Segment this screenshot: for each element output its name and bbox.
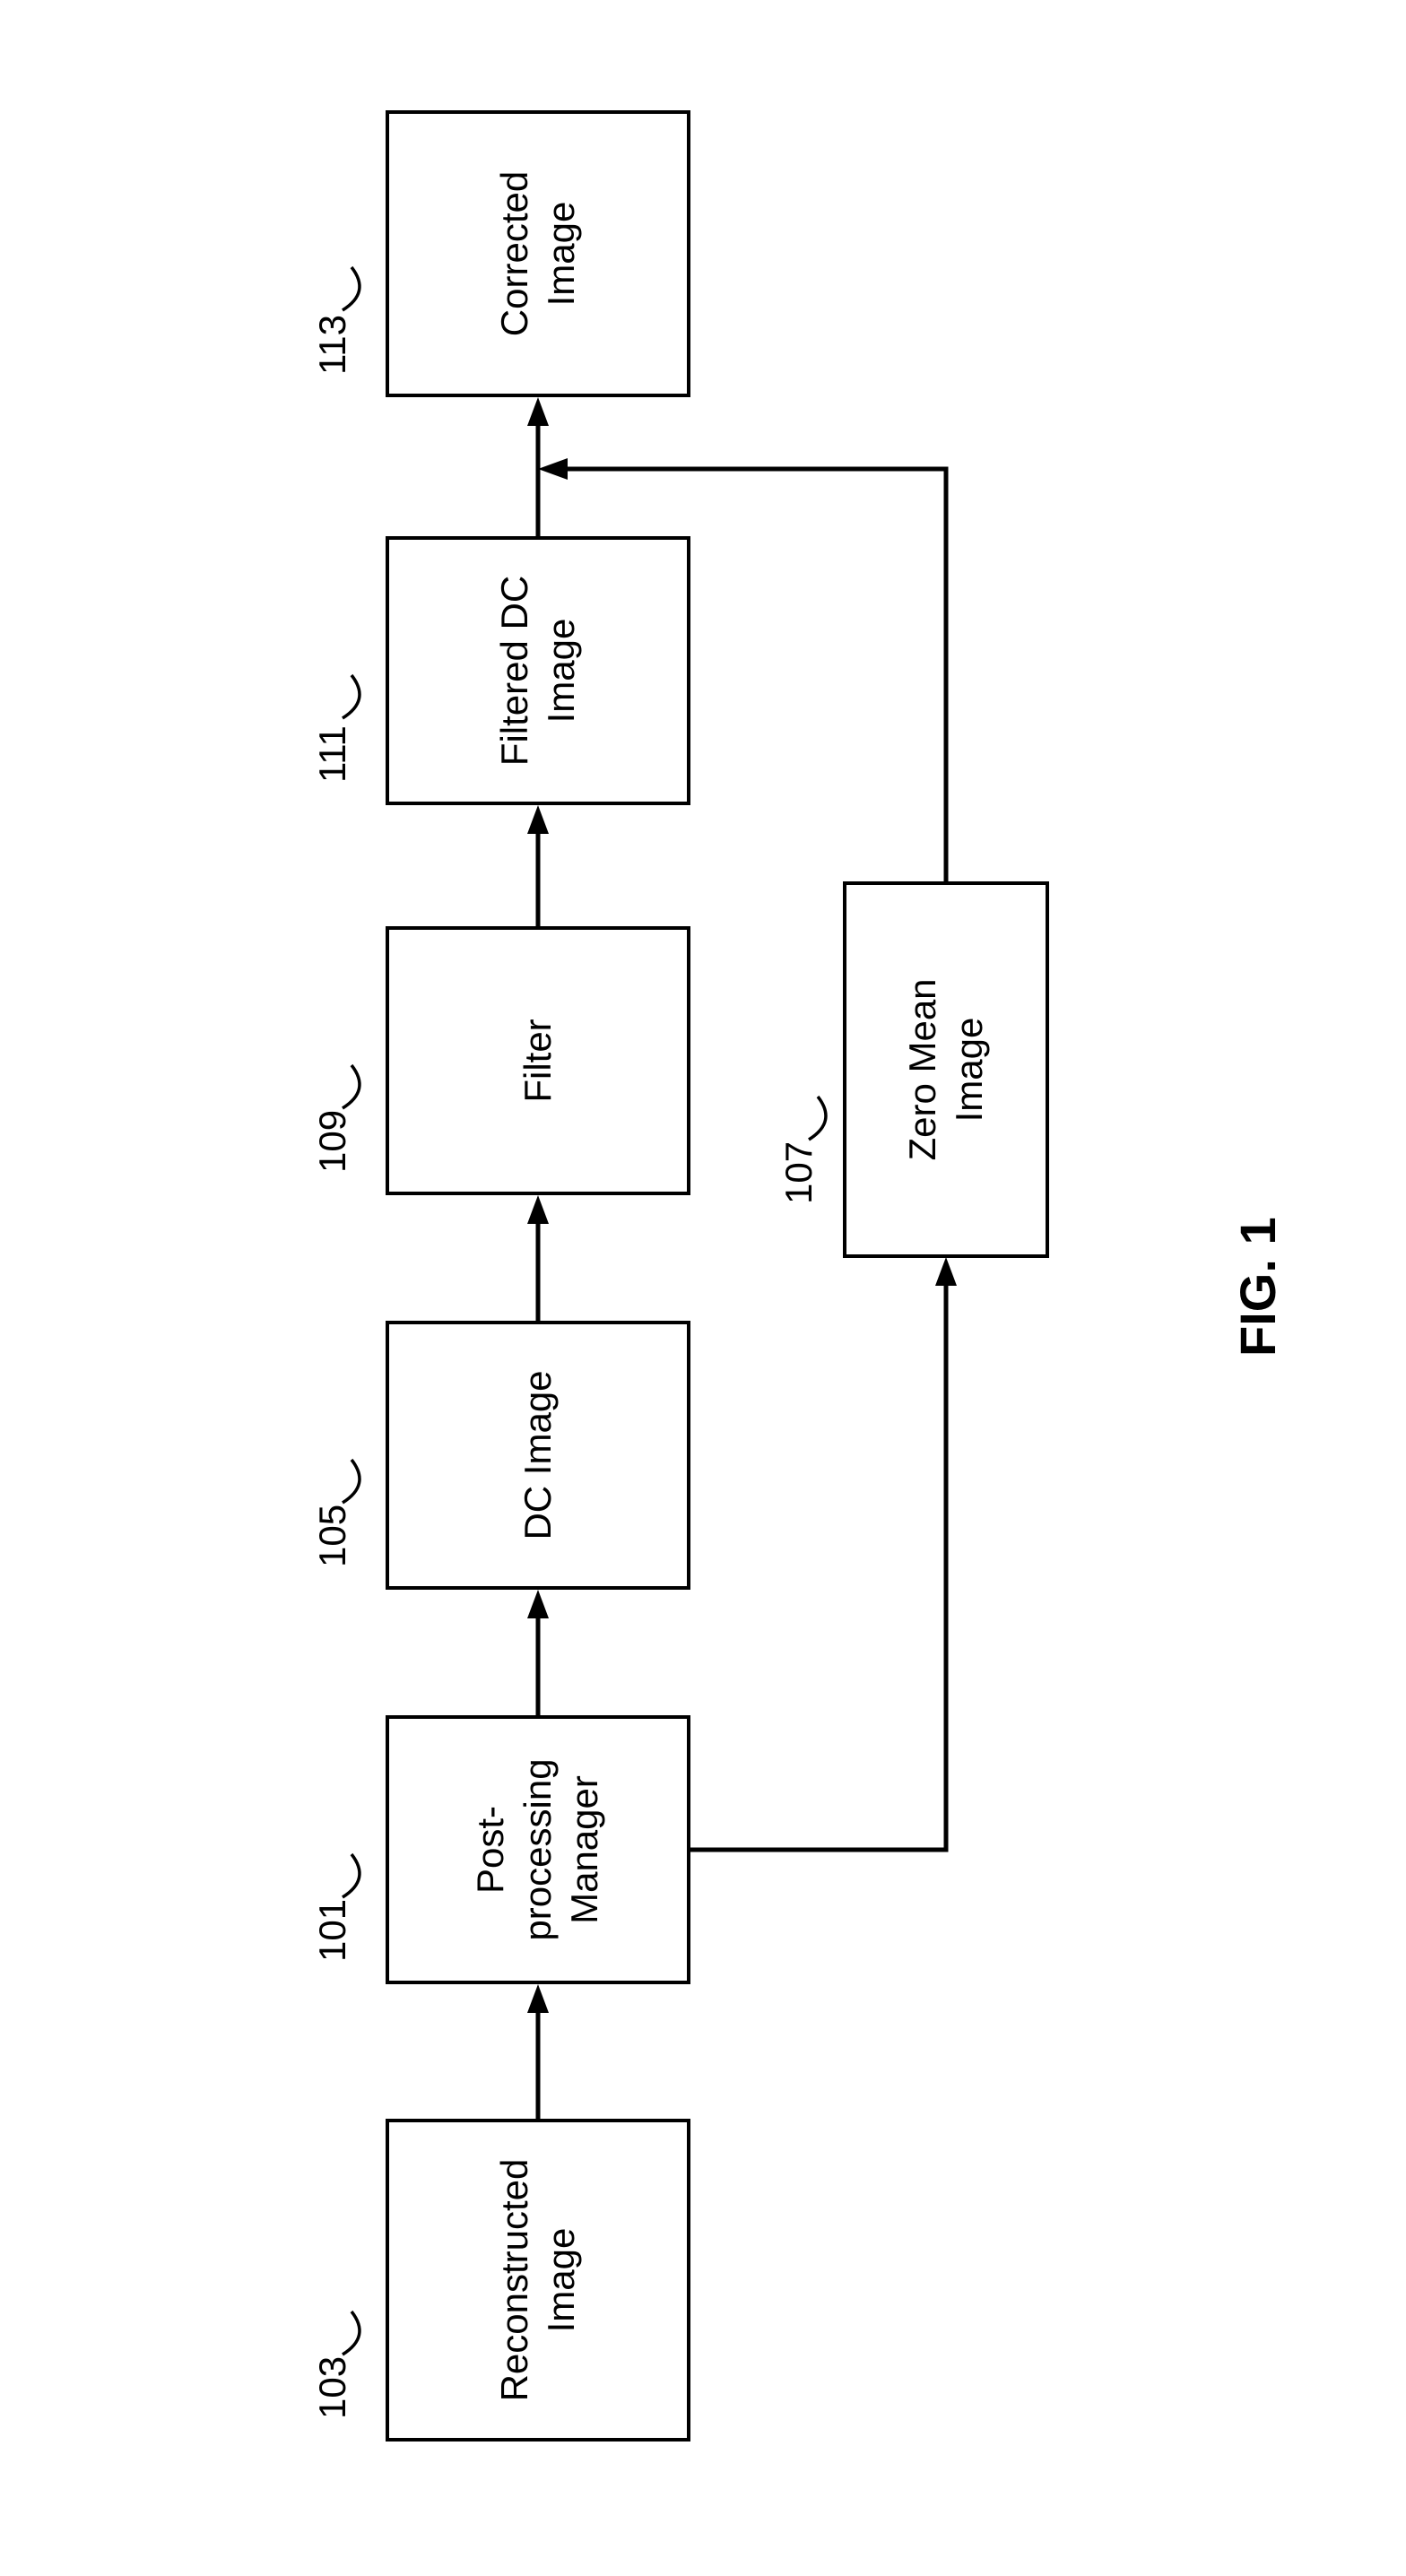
node-reconstructed: ReconstructedImage [386, 2119, 690, 2442]
arrow-103-to-101 [525, 1984, 551, 2119]
node-zeromean-label: Zero MeanImage [899, 978, 994, 1160]
node-corrected-label: CorrectedImage [491, 171, 586, 336]
arrow-109-to-111 [525, 805, 551, 926]
node-zeromean-id: 107 [780, 1141, 818, 1204]
node-filtered-id: 111 [314, 725, 352, 783]
node-dc-id: 105 [314, 1505, 352, 1567]
figure-caption: FIG. 1 [1228, 1217, 1287, 1357]
node-filtered-label: Filtered DCImage [491, 576, 586, 766]
node-zeromean: Zero MeanImage [843, 881, 1049, 1258]
node-filter-label: Filter [515, 1019, 562, 1102]
node-corrected: CorrectedImage [386, 110, 690, 397]
node-filter-id: 109 [314, 1110, 352, 1173]
arrow-111-to-113 [525, 397, 551, 536]
node-dc: DC Image [386, 1321, 690, 1590]
node-ppm-label: Post-processingManager [467, 1758, 609, 1940]
node-reconstructed-label: ReconstructedImage [491, 2159, 586, 2402]
node-dc-label: DC Image [515, 1370, 562, 1540]
node-filtered: Filtered DCImage [386, 536, 690, 805]
arrow-101-to-105 [525, 1590, 551, 1715]
node-ppm: Post-processingManager [386, 1715, 690, 1984]
node-corrected-id: 113 [314, 315, 352, 375]
arrow-105-to-109 [525, 1195, 551, 1321]
node-ppm-id: 101 [314, 1899, 352, 1962]
node-reconstructed-id: 103 [314, 2356, 352, 2419]
diagram-stage: ReconstructedImage 103 Post-processingMa… [0, 0, 1406, 2576]
arrow-101-to-107 [690, 1253, 959, 1863]
node-filter: Filter [386, 926, 690, 1195]
